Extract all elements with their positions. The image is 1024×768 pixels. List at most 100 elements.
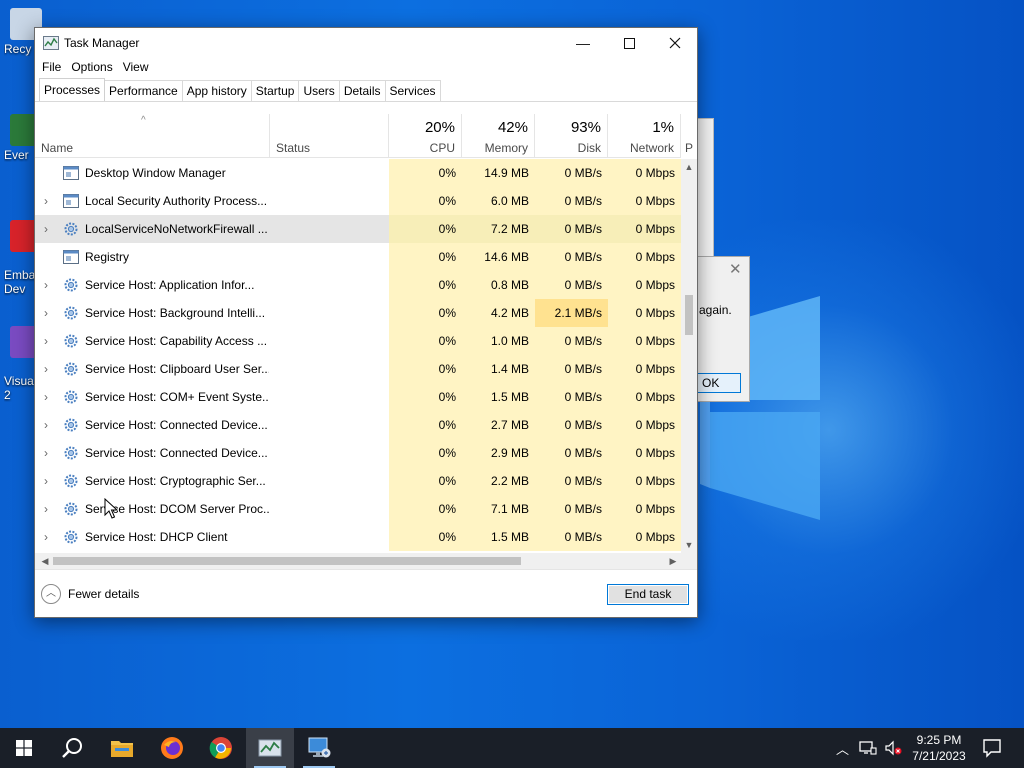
desktop-icon-label: Recy: [4, 42, 32, 56]
table-row[interactable]: › Service Host: Background Intelli... 0% 4.…: [35, 299, 681, 327]
notification-icon[interactable]: [980, 736, 1004, 760]
maximize-icon: [623, 37, 635, 49]
column-cpu[interactable]: 20% CPU: [389, 114, 462, 158]
process-cpu: 0%: [389, 355, 462, 383]
chevron-right-icon[interactable]: ›: [39, 411, 53, 439]
chevron-right-icon[interactable]: ›: [39, 327, 53, 355]
process-cpu: 0%: [389, 271, 462, 299]
chevron-right-icon[interactable]: ›: [39, 523, 53, 551]
dialog-ok-button[interactable]: OK: [695, 373, 741, 393]
cpu-total-percent: 20%: [424, 119, 455, 136]
scroll-down-icon[interactable]: ▼: [681, 537, 697, 553]
column-network[interactable]: 1% Network: [608, 114, 681, 158]
process-name: LocalServiceNoNetworkFirewall ...: [85, 222, 268, 236]
scroll-left-icon[interactable]: ◀: [37, 553, 53, 569]
clock[interactable]: 9:25 PM 7/21/2023: [906, 732, 972, 764]
process-list[interactable]: Desktop Window Manager 0% 14.9 MB 0 MB/s 0 M…: [35, 159, 681, 553]
menu-view[interactable]: View: [118, 58, 154, 78]
chevron-right-icon[interactable]: ›: [39, 439, 53, 467]
footer: ︿ Fewer details End task: [35, 569, 697, 617]
start-button[interactable]: [0, 728, 48, 768]
chevron-right-icon[interactable]: ›: [39, 355, 53, 383]
table-row[interactable]: › LocalServiceNoNetworkFirewall ... 0% 7.2 …: [35, 215, 681, 243]
table-row[interactable]: › Service Host: Cryptographic Ser... 0% 2.2…: [35, 467, 681, 495]
table-row[interactable]: › Service Host: Capability Access ... 0% 1.…: [35, 327, 681, 355]
chevron-right-icon[interactable]: ›: [39, 187, 53, 215]
vertical-scrollbar[interactable]: ▲ ▼: [681, 159, 697, 553]
title-bar[interactable]: Task Manager —: [35, 28, 697, 58]
volume-muted-icon[interactable]: [885, 740, 903, 756]
process-name: Service Host: Background Intelli...: [85, 306, 266, 320]
column-memory[interactable]: 42% Memory: [462, 114, 535, 158]
maximize-button[interactable]: [606, 28, 652, 58]
table-row[interactable]: › Service Host: Clipboard User Ser... 0% 1.…: [35, 355, 681, 383]
chevron-right-icon[interactable]: ›: [39, 215, 53, 243]
chevron-right-icon[interactable]: ›: [39, 495, 53, 523]
vertical-scroll-thumb[interactable]: [685, 295, 693, 335]
process-network: 0 Mbps: [608, 355, 681, 383]
end-task-button[interactable]: End task: [607, 584, 689, 605]
column-status[interactable]: Status: [269, 114, 389, 158]
clock-time: 9:25 PM: [916, 733, 962, 747]
table-row[interactable]: › Service Host: DHCP Client 0% 1.5 MB 0 MB/s…: [35, 523, 681, 551]
process-cpu: 0%: [389, 411, 462, 439]
horizontal-scroll-thumb[interactable]: [53, 557, 521, 565]
scroll-up-icon[interactable]: ▲: [681, 159, 697, 175]
close-button[interactable]: [652, 28, 698, 58]
column-disk-label: Disk: [577, 141, 601, 155]
chevron-right-icon[interactable]: ›: [39, 271, 53, 299]
table-row[interactable]: › Service Host: Connected Device... 0% 2.7 …: [35, 411, 681, 439]
scroll-right-icon[interactable]: ▶: [665, 553, 681, 569]
minimize-button[interactable]: —: [560, 28, 606, 58]
tab-details[interactable]: Details: [338, 80, 386, 101]
process-memory: 1.0 MB: [462, 327, 535, 355]
process-disk: 0 MB/s: [535, 439, 608, 467]
process-name: Local Security Authority Process...: [85, 194, 268, 208]
process-disk: 0 MB/s: [535, 523, 608, 551]
taskbar-file-explorer[interactable]: [98, 728, 146, 768]
mouse-cursor-icon: [104, 498, 118, 519]
taskbar-chrome[interactable]: [197, 728, 245, 768]
desktop-icon-label: Emba Dev: [4, 268, 36, 296]
table-row[interactable]: Registry 0% 14.6 MB 0 MB/s 0 Mbps: [35, 243, 681, 271]
service-gear-icon: [64, 362, 78, 376]
table-row[interactable]: › Service Host: COM+ Event Syste... 0% 1.5 …: [35, 383, 681, 411]
process-network: 0 Mbps: [608, 299, 681, 327]
service-gear-icon: [64, 418, 78, 432]
taskbar-task-manager[interactable]: [246, 728, 294, 768]
process-disk: 0 MB/s: [535, 215, 608, 243]
chevron-up-icon[interactable]: ︿: [836, 739, 849, 758]
minimize-icon: —: [576, 35, 590, 51]
menu-file[interactable]: File: [37, 58, 66, 78]
table-row[interactable]: › Service Host: Connected Device... 0% 2.9 …: [35, 439, 681, 467]
tab-services[interactable]: Services: [384, 80, 441, 101]
table-row[interactable]: › Service Host: DCOM Server Proc... 0% 7.1 …: [35, 495, 681, 523]
taskbar-remote-desktop[interactable]: [295, 728, 343, 768]
horizontal-scrollbar[interactable]: ◀ ▶: [35, 553, 697, 569]
network-icon[interactable]: [859, 740, 877, 756]
table-row[interactable]: › Local Security Authority Process... 0% 6.…: [35, 187, 681, 215]
chevron-right-icon[interactable]: ›: [39, 299, 53, 327]
chevron-right-icon[interactable]: ›: [39, 383, 53, 411]
tab-users[interactable]: Users: [298, 80, 340, 101]
taskbar-firefox[interactable]: [148, 728, 196, 768]
column-name[interactable]: ^ Name: [35, 114, 269, 158]
tab-startup[interactable]: Startup: [250, 80, 300, 101]
dialog-close-icon[interactable]: ✕: [729, 262, 742, 277]
fewer-details-link[interactable]: ︿ Fewer details: [41, 584, 139, 604]
service-gear-icon: [64, 222, 78, 236]
service-gear-icon: [64, 278, 78, 292]
chevron-right-icon[interactable]: ›: [39, 467, 53, 495]
process-disk: 0 MB/s: [535, 327, 608, 355]
search-button[interactable]: [48, 728, 96, 768]
tab-performance[interactable]: Performance: [104, 80, 183, 101]
message-dialog: ✕ again. OK: [690, 256, 750, 402]
table-row[interactable]: › Service Host: Application Infor... 0% 0.8…: [35, 271, 681, 299]
table-row[interactable]: Desktop Window Manager 0% 14.9 MB 0 MB/s 0 M…: [35, 159, 681, 187]
tab-app-history[interactable]: App history: [181, 80, 252, 101]
menu-options[interactable]: Options: [66, 58, 117, 78]
process-memory: 6.0 MB: [462, 187, 535, 215]
process-disk: 0 MB/s: [535, 411, 608, 439]
column-disk[interactable]: 93% Disk: [535, 114, 608, 158]
tab-processes[interactable]: Processes: [39, 78, 106, 101]
